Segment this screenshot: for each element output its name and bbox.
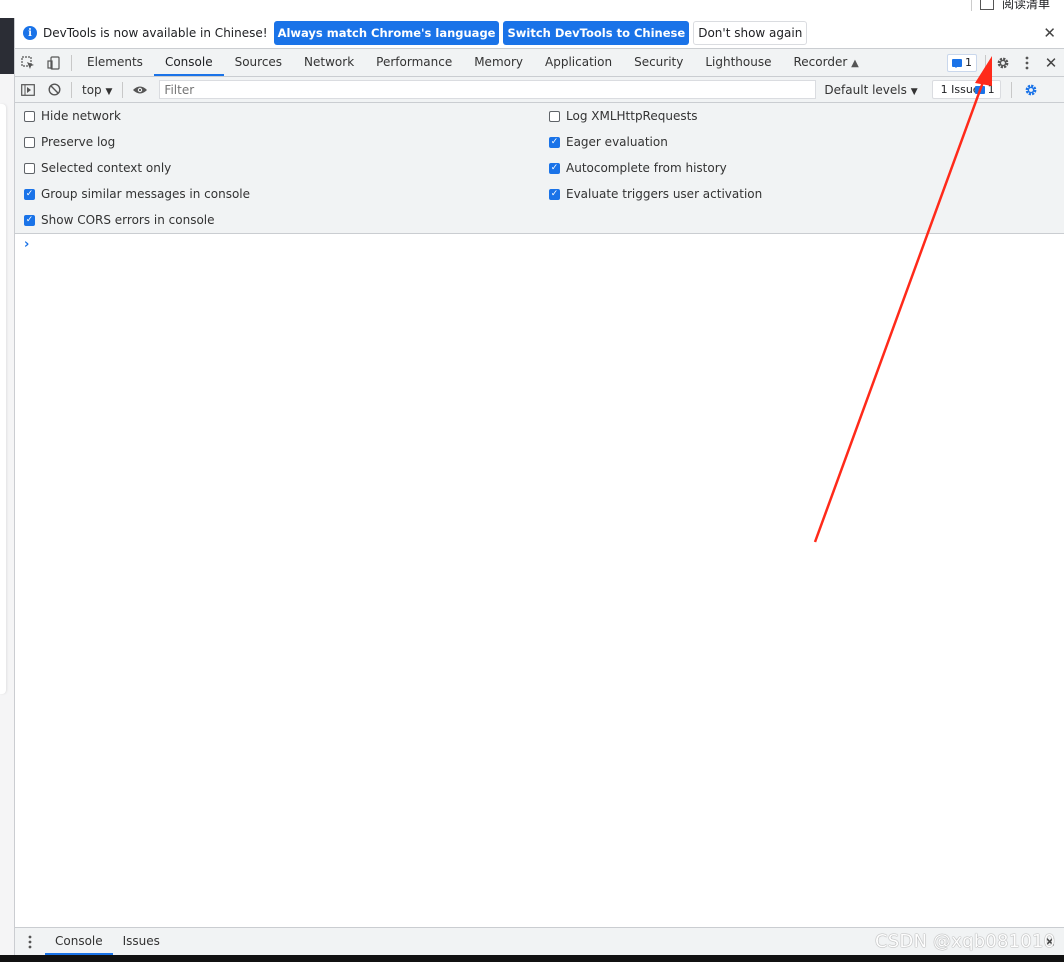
option-label: Hide network	[41, 109, 121, 123]
reading-list[interactable]: 阅读清单	[970, 0, 1050, 12]
option-label: Eager evaluation	[566, 135, 668, 149]
option-label: Show CORS errors in console	[41, 213, 215, 227]
page-card	[0, 104, 6, 694]
dropdown-arrow-icon: ▼	[105, 86, 113, 97]
settings-gear-icon[interactable]	[990, 49, 1016, 77]
issues-label: 1 Issue:	[940, 83, 975, 96]
infobar-message: DevTools is now available in Chinese!	[43, 26, 268, 40]
tab-security[interactable]: Security	[623, 49, 694, 76]
divider	[71, 54, 72, 71]
checkbox-unchecked	[549, 110, 560, 122]
checkmark-icon: ✓	[24, 214, 35, 226]
main-tabbar: Elements Console Sources Network Perform…	[15, 49, 1064, 77]
checkbox-unchecked	[24, 110, 35, 122]
selected-context-checkbox[interactable]: Selected context only	[24, 161, 171, 175]
checkmark-icon: ✓	[549, 188, 560, 200]
clear-console-icon[interactable]	[41, 76, 67, 104]
issues-count: 1	[987, 83, 995, 96]
user-activation-checkbox[interactable]: ✓ Evaluate triggers user activation	[549, 187, 762, 201]
taskbar-strip	[0, 955, 1064, 962]
autocomplete-history-checkbox[interactable]: ✓ Autocomplete from history	[549, 161, 727, 175]
drawer-menu-icon[interactable]	[15, 928, 45, 956]
option-label: Preserve log	[41, 135, 116, 149]
more-options-icon[interactable]	[1016, 49, 1038, 77]
console-toolbar: top ▼ Default levels ▼ 1 Issue: 1	[15, 77, 1064, 103]
inspect-element-icon[interactable]	[15, 49, 41, 77]
live-expression-eye-icon[interactable]	[127, 76, 153, 104]
page-top-bar: 阅读清单	[0, 0, 1064, 18]
divider	[71, 81, 72, 98]
tab-recorder[interactable]: Recorder ▲	[783, 49, 863, 76]
eager-evaluation-checkbox[interactable]: ✓ Eager evaluation	[549, 135, 668, 149]
message-icon	[952, 58, 962, 68]
devtools-panel: i DevTools is now available in Chinese! …	[14, 18, 1064, 955]
checkmark-icon: ✓	[549, 162, 560, 174]
tab-sources[interactable]: Sources	[224, 49, 293, 76]
option-label: Group similar messages in console	[41, 187, 250, 201]
checkbox-unchecked	[24, 162, 35, 174]
console-prompt[interactable]: ›	[24, 237, 29, 252]
tab-memory[interactable]: Memory	[463, 49, 534, 76]
checkmark-icon: ✓	[24, 188, 35, 200]
tab-performance[interactable]: Performance	[365, 49, 463, 76]
close-devtools-icon[interactable]: ✕	[1038, 49, 1064, 77]
hide-network-checkbox[interactable]: Hide network	[24, 109, 121, 123]
page-dark-header	[0, 18, 14, 74]
infobar-close-icon[interactable]: ✕	[1043, 24, 1056, 42]
context-value: top	[82, 82, 102, 97]
reading-list-label: 阅读清单	[1001, 0, 1050, 11]
page-left-edge	[0, 18, 14, 955]
flask-icon: ▲	[851, 58, 859, 69]
info-icon: i	[23, 26, 37, 40]
option-label: Autocomplete from history	[566, 161, 727, 175]
cors-errors-checkbox[interactable]: ✓ Show CORS errors in console	[24, 213, 215, 227]
console-settings-gear-icon[interactable]	[1018, 76, 1044, 104]
context-selector[interactable]: top ▼	[82, 83, 112, 97]
issues-counter[interactable]: 1 Issue: 1	[931, 80, 1001, 99]
divider	[122, 81, 124, 98]
messages-count: 1	[965, 56, 972, 69]
reading-list-icon	[979, 0, 994, 10]
sidebar-toggle-icon[interactable]	[15, 76, 41, 104]
switch-to-chinese-button[interactable]: Switch DevTools to Chinese	[503, 21, 690, 45]
default-levels-dropdown[interactable]: Default levels ▼	[824, 83, 917, 97]
dropdown-arrow-icon: ▼	[910, 86, 918, 97]
filter-input[interactable]	[159, 80, 817, 99]
divider	[1010, 81, 1012, 98]
match-language-button[interactable]: Always match Chrome's language	[273, 21, 500, 45]
option-label: Evaluate triggers user activation	[566, 187, 763, 201]
dont-show-again-button[interactable]: Don't show again	[693, 21, 808, 45]
language-infobar: i DevTools is now available in Chinese! …	[15, 18, 1064, 49]
tab-network[interactable]: Network	[293, 49, 365, 76]
messages-badge[interactable]: 1	[947, 53, 977, 72]
watermark: CSDN @xqb081010	[875, 931, 1056, 952]
divider	[970, 0, 972, 11]
group-similar-checkbox[interactable]: ✓ Group similar messages in console	[24, 187, 250, 201]
message-icon	[974, 85, 985, 95]
console-settings-pane: Hide network Preserve log Selected conte…	[15, 103, 1064, 234]
tab-recorder-label: Recorder	[793, 55, 848, 69]
tab-console[interactable]: Console	[153, 49, 224, 76]
option-label: Log XMLHttpRequests	[566, 109, 698, 123]
levels-label: Default levels	[824, 82, 907, 97]
checkbox-unchecked	[24, 136, 35, 148]
divider	[985, 54, 986, 71]
drawer-tab-issues[interactable]: Issues	[113, 928, 170, 955]
log-xhr-checkbox[interactable]: Log XMLHttpRequests	[549, 109, 698, 123]
drawer-tab-console[interactable]: Console	[45, 928, 113, 955]
option-label: Selected context only	[41, 161, 172, 175]
device-toolbar-icon[interactable]	[41, 49, 67, 77]
preserve-log-checkbox[interactable]: Preserve log	[24, 135, 115, 149]
tab-elements[interactable]: Elements	[76, 49, 154, 76]
tab-application[interactable]: Application	[534, 49, 623, 76]
checkmark-icon: ✓	[549, 136, 560, 148]
tab-lighthouse[interactable]: Lighthouse	[694, 49, 782, 76]
